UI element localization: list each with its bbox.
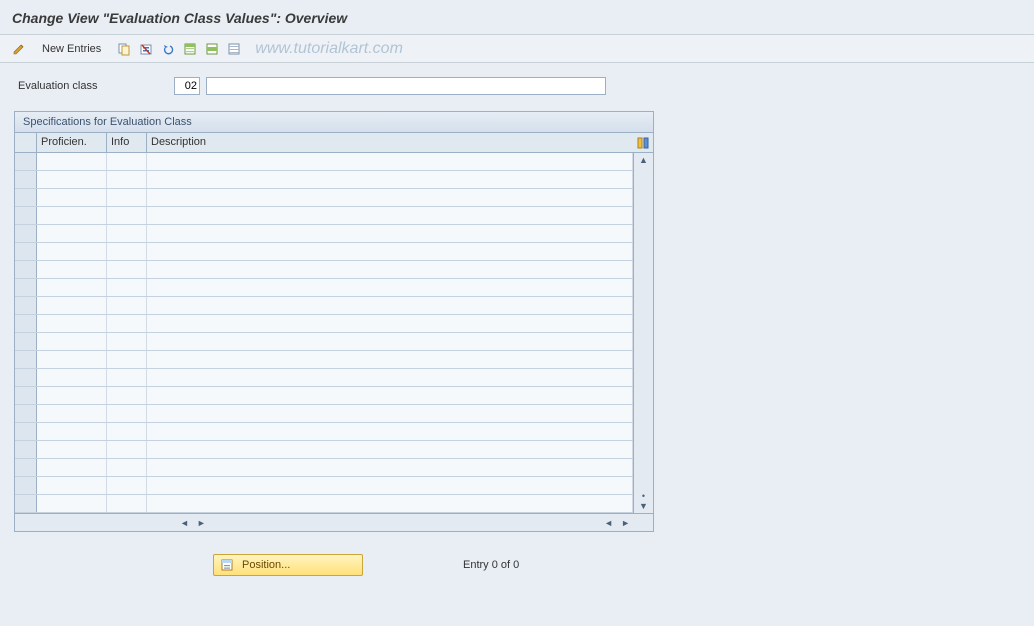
table-row[interactable] — [15, 189, 633, 207]
table-row[interactable] — [15, 207, 633, 225]
col-proficien-header[interactable]: Proficien. — [37, 133, 107, 152]
application-toolbar: New Entries www.tutorialkart.com — [0, 35, 1034, 63]
undo-icon[interactable] — [159, 40, 177, 58]
vertical-scrollbar[interactable]: ▲ • ▼ — [633, 153, 653, 513]
table-row[interactable] — [15, 351, 633, 369]
footer-row: Position... Entry 0 of 0 — [0, 538, 1034, 592]
col-info-header[interactable]: Info — [107, 133, 147, 152]
table-row[interactable] — [15, 441, 633, 459]
deselect-icon[interactable] — [225, 40, 243, 58]
table-row[interactable] — [15, 495, 633, 513]
evaluation-class-label: Evaluation class — [18, 80, 168, 92]
select-all-icon[interactable] — [181, 40, 199, 58]
display-change-icon[interactable] — [10, 40, 28, 58]
select-block-icon[interactable] — [203, 40, 221, 58]
scroll-up-icon[interactable]: ▲ — [639, 155, 648, 165]
evaluation-class-desc-input[interactable] — [206, 77, 606, 95]
table-row[interactable] — [15, 315, 633, 333]
table-row[interactable] — [15, 243, 633, 261]
table-row[interactable] — [15, 459, 633, 477]
table-row[interactable] — [15, 387, 633, 405]
grid-header: Proficien. Info Description — [15, 133, 653, 153]
table-row[interactable] — [15, 369, 633, 387]
col-description-header[interactable]: Description — [147, 133, 633, 152]
watermark-text: www.tutorialkart.com — [255, 40, 403, 58]
scroll-left-icon[interactable]: ◄ — [177, 518, 192, 528]
delete-icon[interactable] — [137, 40, 155, 58]
new-entries-button[interactable]: New Entries — [36, 41, 107, 57]
grid-body: ▲ • ▼ — [15, 153, 653, 513]
entry-count-text: Entry 0 of 0 — [463, 559, 519, 571]
position-icon — [220, 558, 234, 572]
rows-area — [15, 153, 633, 513]
panel-title: Specifications for Evaluation Class — [15, 112, 653, 133]
page-title: Change View "Evaluation Class Values": O… — [0, 0, 1034, 35]
scroll-dot-icon[interactable]: • — [642, 491, 645, 501]
table-row[interactable] — [15, 153, 633, 171]
col-selector-header[interactable] — [15, 133, 37, 152]
table-row[interactable] — [15, 225, 633, 243]
configure-columns-icon[interactable] — [633, 133, 653, 152]
scroll-down-icon[interactable]: ▼ — [639, 501, 648, 511]
evaluation-class-row: Evaluation class — [0, 63, 1034, 105]
scroll-right-step-icon[interactable]: ► — [194, 518, 209, 528]
table-row[interactable] — [15, 261, 633, 279]
table-row[interactable] — [15, 333, 633, 351]
horizontal-scrollbar[interactable]: ◄ ► ◄ ► — [15, 513, 653, 531]
position-label: Position... — [242, 559, 290, 571]
table-row[interactable] — [15, 279, 633, 297]
page-title-text: Change View "Evaluation Class Values": O… — [12, 10, 347, 26]
table-row[interactable] — [15, 423, 633, 441]
specifications-panel: Specifications for Evaluation Class Prof… — [14, 111, 654, 532]
evaluation-class-code-input[interactable] — [174, 77, 200, 95]
table-row[interactable] — [15, 405, 633, 423]
position-button[interactable]: Position... — [213, 554, 363, 576]
copy-icon[interactable] — [115, 40, 133, 58]
scroll-left-step-icon[interactable]: ◄ — [601, 518, 616, 528]
table-row[interactable] — [15, 477, 633, 495]
table-row[interactable] — [15, 171, 633, 189]
table-row[interactable] — [15, 297, 633, 315]
grid-wrapper: Proficien. Info Description — [15, 133, 653, 531]
scroll-right-icon[interactable]: ► — [618, 518, 633, 528]
